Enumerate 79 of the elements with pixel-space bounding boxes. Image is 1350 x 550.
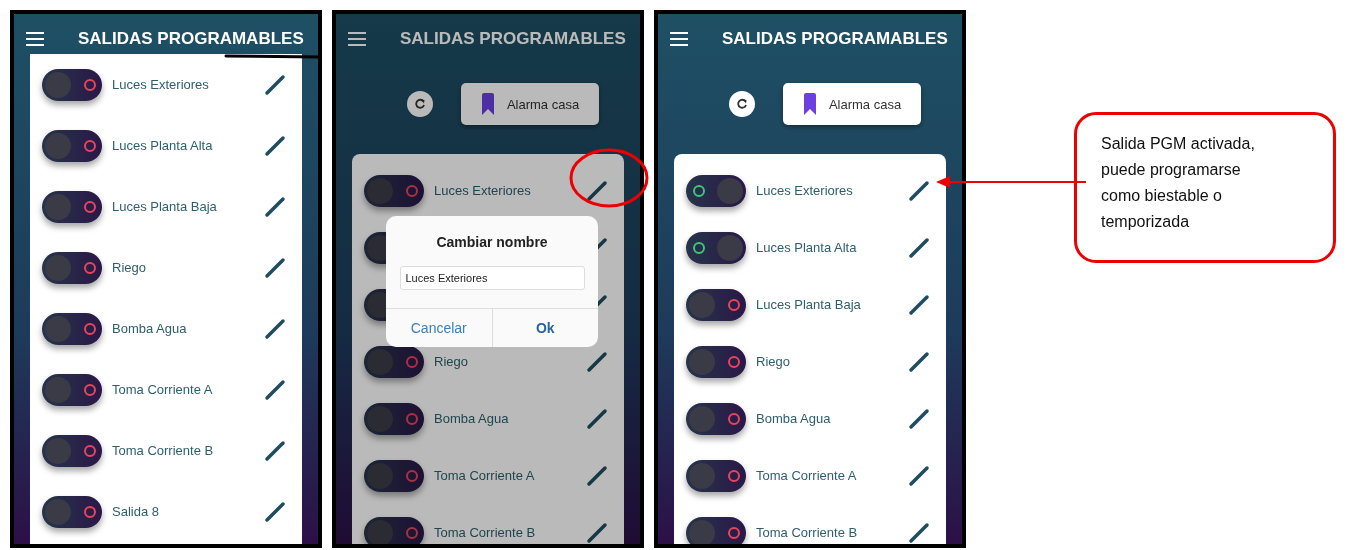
dialog-button[interactable]: Ok: [491, 309, 598, 347]
output-name: Salida 8: [112, 504, 160, 519]
edit-icon[interactable]: [908, 350, 930, 373]
output-name: Luces Exteriores: [756, 183, 854, 198]
output-name: Toma Corriente A: [434, 468, 536, 483]
edit-icon[interactable]: [264, 317, 286, 340]
output-name: Toma Corriente A: [112, 382, 214, 397]
toggle-switch[interactable]: [686, 288, 746, 321]
toggle-switch[interactable]: [42, 373, 102, 406]
edit-icon[interactable]: [264, 195, 286, 218]
edit-icon[interactable]: [908, 236, 930, 259]
edit-icon[interactable]: [908, 521, 930, 544]
toggle-switch[interactable]: [42, 312, 102, 345]
menu-icon[interactable]: [670, 32, 688, 46]
toggle-switch[interactable]: [42, 129, 102, 162]
dialog-title: Cambiar nombre: [436, 234, 548, 250]
output-name: Luces Exteriores: [112, 77, 210, 92]
edit-icon[interactable]: [586, 350, 608, 373]
edit-icon[interactable]: [586, 464, 608, 487]
output-name: Bomba Agua: [434, 411, 510, 426]
refresh-button[interactable]: [406, 91, 433, 117]
output-name: Luces Planta Alta: [112, 138, 214, 153]
toggle-switch[interactable]: [364, 174, 424, 207]
refresh-button[interactable]: [728, 91, 755, 117]
output-name: Toma Corriente B: [434, 525, 537, 540]
output-name: Riego: [434, 354, 469, 369]
alarm-button[interactable]: Alarma casa: [782, 83, 922, 125]
toggle-switch[interactable]: [686, 345, 746, 378]
alarm-button[interactable]: Alarma casa: [460, 83, 600, 125]
output-name: Toma Corriente A: [756, 468, 858, 483]
bookmark-icon: [480, 93, 495, 115]
edit-icon[interactable]: [908, 179, 930, 202]
toggle-switch[interactable]: [686, 231, 746, 264]
screen-title: SALIDAS PROGRAMABLES: [722, 29, 948, 49]
toggle-switch[interactable]: [42, 190, 102, 223]
toggle-switch[interactable]: [364, 459, 424, 492]
toggle-switch[interactable]: [686, 402, 746, 435]
toggle-switch[interactable]: [42, 251, 102, 284]
output-name: Luces Planta Baja: [756, 297, 862, 312]
toggle-switch[interactable]: [364, 402, 424, 435]
edit-icon[interactable]: [264, 439, 286, 462]
edit-icon[interactable]: [586, 179, 608, 202]
edit-icon[interactable]: [908, 464, 930, 487]
edit-icon[interactable]: [264, 378, 286, 401]
menu-icon[interactable]: [26, 32, 44, 46]
edit-icon[interactable]: [264, 134, 286, 157]
dialog-button[interactable]: Cancelar: [386, 309, 492, 347]
toggle-switch[interactable]: [686, 459, 746, 492]
output-name: Luces Planta Baja: [112, 199, 218, 214]
output-name: Toma Corriente B: [756, 525, 859, 540]
toggle-switch[interactable]: [686, 174, 746, 207]
output-name: Toma Corriente B: [112, 443, 215, 458]
callout-text: Salida PGM activada, puede programarse como biestable o temporizada: [1101, 134, 1256, 232]
toggle-switch[interactable]: [686, 516, 746, 544]
output-name: Riego: [112, 260, 147, 275]
toggle-switch[interactable]: [42, 495, 102, 528]
bookmark-icon: [802, 93, 817, 115]
toggle-switch[interactable]: [42, 434, 102, 467]
screen-title: SALIDAS PROGRAMABLES: [78, 29, 304, 49]
screen-title: SALIDAS PROGRAMABLES: [400, 29, 626, 49]
output-name: Bomba Agua: [112, 321, 188, 336]
name-input[interactable]: Luces Exteriores: [399, 266, 585, 290]
edit-icon[interactable]: [908, 293, 930, 316]
edit-icon[interactable]: [586, 521, 608, 544]
edit-icon[interactable]: [264, 73, 286, 96]
menu-icon[interactable]: [348, 32, 366, 46]
refresh-icon: [735, 98, 748, 110]
edit-icon[interactable]: [264, 500, 286, 523]
output-name: Luces Exteriores: [434, 183, 532, 198]
edit-icon[interactable]: [264, 256, 286, 279]
toggle-switch[interactable]: [42, 68, 102, 101]
toggle-switch[interactable]: [364, 345, 424, 378]
refresh-icon: [413, 98, 426, 110]
output-name: Riego: [756, 354, 791, 369]
edit-icon[interactable]: [908, 407, 930, 430]
output-name: Luces Planta Alta: [756, 240, 858, 255]
output-name: Bomba Agua: [756, 411, 832, 426]
toggle-switch[interactable]: [364, 516, 424, 544]
edit-icon[interactable]: [586, 407, 608, 430]
